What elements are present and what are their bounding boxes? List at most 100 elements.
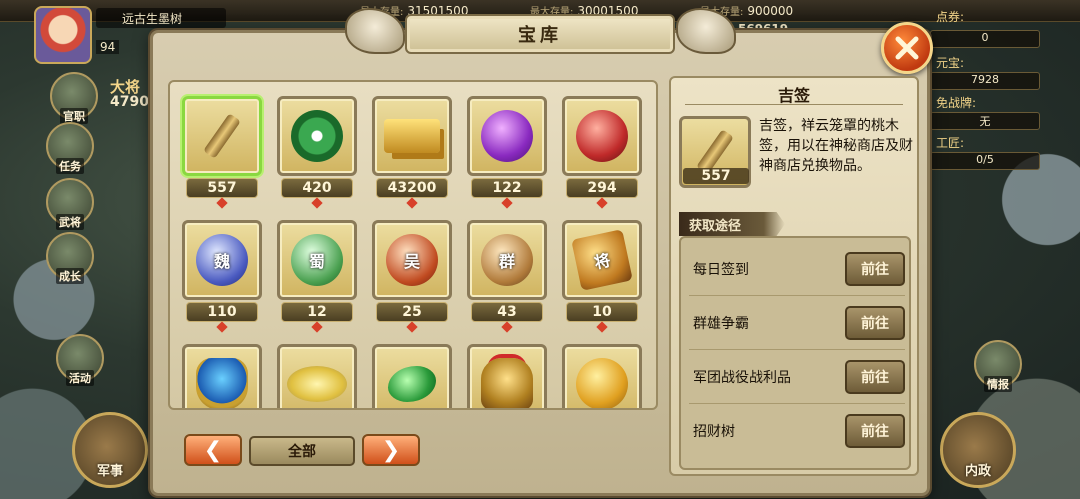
- craftsman-label: 工匠:: [936, 136, 965, 150]
- item-frame: [562, 344, 642, 408]
- gem-ornament: [596, 321, 608, 333]
- item-frame: [372, 344, 452, 408]
- item-detail-panel: 吉签 557 吉签，祥云笼罩的桃木签，用以在神秘商店及财神商店兑换物品。 获取途…: [669, 76, 919, 476]
- rank-value: 4790: [110, 94, 149, 110]
- goto-button[interactable]: 前往: [845, 305, 905, 340]
- item-count-badge: 110: [186, 302, 258, 322]
- goto-button[interactable]: 前往: [845, 251, 905, 286]
- jade-leaf-icon: [388, 366, 436, 402]
- jade-disc-icon: [291, 110, 343, 162]
- item-frame: 蜀: [277, 220, 357, 300]
- gem-ornament: [216, 197, 228, 209]
- inventory-grid: 557 420 43200 122 294 魏 110 蜀 12 吴 25 群 43 将 10: [182, 96, 642, 408]
- source-label: 招财树: [693, 424, 735, 440]
- chevron-right-icon: ❯: [381, 437, 401, 463]
- item-count-badge: 43: [471, 302, 543, 322]
- item-count-badge: 12: [281, 302, 353, 322]
- item-slot[interactable]: 将 10: [562, 220, 642, 333]
- item-frame: 将: [562, 220, 642, 300]
- ingot-label: 元宝:: [936, 56, 965, 70]
- gem-ornament: [406, 321, 418, 333]
- side-button-generals[interactable]: 武将: [46, 178, 94, 230]
- item-slot[interactable]: [277, 344, 357, 408]
- red-gem-icon: [576, 110, 628, 162]
- player-level: 94: [96, 40, 120, 54]
- gem-ornament: [406, 197, 418, 209]
- item-frame: [467, 96, 547, 176]
- truce-value: 无: [930, 112, 1040, 130]
- stick-icon: [203, 113, 241, 159]
- inventory-panel: 557 420 43200 122 294 魏 110 蜀 12 吴 25 群 43 将 10: [168, 80, 658, 410]
- item-frame: [277, 344, 357, 408]
- item-slot[interactable]: [182, 344, 262, 408]
- gem-ornament: [501, 197, 513, 209]
- item-slot[interactable]: 43200: [372, 96, 452, 209]
- item-name: 吉签: [777, 86, 810, 105]
- goto-button[interactable]: 前往: [845, 414, 905, 448]
- censer-icon: [196, 358, 248, 408]
- side-button-office[interactable]: 官职: [50, 72, 98, 124]
- item-frame: 群: [467, 220, 547, 300]
- gem-ornament: [501, 321, 513, 333]
- item-slot[interactable]: 557: [182, 96, 262, 209]
- item-frame: [182, 96, 262, 176]
- divider: [685, 104, 903, 105]
- helmet-icon: [481, 358, 533, 408]
- general-token-icon: 将: [571, 229, 633, 291]
- purple-gem-icon: [481, 110, 533, 162]
- item-slot[interactable]: [562, 344, 642, 408]
- item-slot[interactable]: 420: [277, 96, 357, 209]
- item-count-badge: 122: [471, 178, 543, 198]
- item-slot[interactable]: [372, 344, 452, 408]
- interior-button[interactable]: 内政: [940, 412, 1016, 488]
- side-button-events[interactable]: 活动: [56, 334, 104, 386]
- next-page-button[interactable]: ❯: [362, 434, 420, 466]
- craftsman-value: 0/5: [930, 152, 1040, 170]
- item-slot[interactable]: 蜀 12: [277, 220, 357, 333]
- filter-all-button[interactable]: 全部: [249, 436, 355, 466]
- gem-ornament: [216, 321, 228, 333]
- list-item: 每日签到 前往: [689, 242, 905, 296]
- goto-button[interactable]: 前往: [845, 359, 905, 394]
- item-slot[interactable]: [467, 344, 547, 408]
- dialog-title: 宝库: [518, 25, 562, 46]
- item-frame: [562, 96, 642, 176]
- item-count-badge: 557: [186, 178, 258, 198]
- item-count-badge: 43200: [376, 178, 448, 198]
- item-slot[interactable]: 294: [562, 96, 642, 209]
- item-frame: [182, 344, 262, 408]
- source-label: 群雄争霸: [693, 315, 749, 332]
- truce-label: 免战牌:: [936, 96, 977, 110]
- gold-bar-icon: [384, 119, 440, 153]
- list-item: 群雄争霸 前往: [689, 296, 905, 350]
- item-slot[interactable]: 魏 110: [182, 220, 262, 333]
- item-count-badge: 25: [376, 302, 448, 322]
- prev-page-button[interactable]: ❮: [184, 434, 242, 466]
- source-list: 每日签到 前往 群雄争霸 前往 军团战役战利品 前往 招财树 前往: [679, 236, 911, 470]
- list-item: 军团战役战利品 前往: [689, 350, 905, 404]
- player-avatar[interactable]: [34, 6, 92, 64]
- blue-orb-icon: 魏: [196, 234, 248, 286]
- item-slot[interactable]: 群 43: [467, 220, 547, 333]
- item-slot[interactable]: 吴 25: [372, 220, 452, 333]
- coupon-label: 点券:: [936, 10, 965, 24]
- bronze-orb-icon: 群: [481, 234, 533, 286]
- source-section-title: 获取途径: [679, 212, 785, 236]
- item-frame: [467, 344, 547, 408]
- item-count-badge: 10: [566, 302, 638, 322]
- list-item: 招财树 前往: [689, 404, 905, 458]
- item-slot[interactable]: 122: [467, 96, 547, 209]
- dialog-title-plate: 宝库: [405, 14, 675, 54]
- close-button[interactable]: [881, 22, 933, 74]
- military-button[interactable]: 军事: [72, 412, 148, 488]
- intel-button[interactable]: 情报: [974, 340, 1022, 392]
- source-label: 军团战役战利品: [693, 369, 791, 386]
- gem-ornament: [311, 321, 323, 333]
- yin-yang-icon: [576, 358, 628, 408]
- chevron-left-icon: ❮: [203, 437, 223, 463]
- side-button-growth[interactable]: 成长: [46, 232, 94, 284]
- item-frame: [372, 96, 452, 176]
- side-button-quest[interactable]: 任务: [46, 122, 94, 174]
- coupon-value: 0: [930, 30, 1040, 48]
- powder-icon: [287, 366, 347, 402]
